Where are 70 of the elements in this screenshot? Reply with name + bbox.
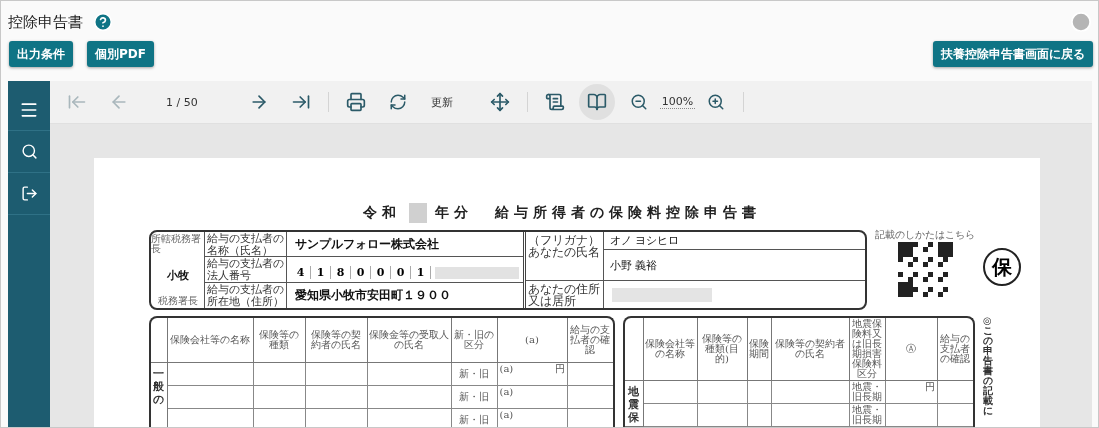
exit-icon bbox=[20, 185, 38, 202]
back-button[interactable]: 扶養控除申告書画面に戻る bbox=[933, 41, 1093, 67]
table-cell: 地震・旧長期 bbox=[849, 403, 885, 427]
column-header: 保険等の契約者の氏名 bbox=[771, 318, 849, 381]
arrow-to-line-icon bbox=[67, 92, 87, 112]
stamp-mark: 保 bbox=[983, 248, 1021, 286]
year-suffix: 年分 bbox=[435, 204, 473, 222]
column-header: 保険等の契約者の氏名 bbox=[305, 318, 367, 363]
table-cell: 新・旧 bbox=[451, 362, 497, 386]
printer-icon bbox=[345, 92, 366, 112]
table-cell: 地震・旧長期 bbox=[849, 380, 885, 404]
digit-cell: 1 bbox=[411, 265, 431, 279]
zoom-level[interactable]: 100% bbox=[659, 95, 696, 109]
column-header: 保険等の種類 bbox=[253, 318, 305, 363]
era-label: 令和 bbox=[363, 204, 401, 222]
unit-label: 円 bbox=[554, 364, 565, 374]
refresh-label[interactable]: 更新 bbox=[418, 94, 465, 110]
office-suffix: 税務署長 bbox=[157, 296, 198, 306]
digit-cell: 1 bbox=[311, 265, 331, 279]
page-indicator: 1 / 50 bbox=[165, 95, 199, 109]
digit-cell: 0 bbox=[391, 265, 411, 279]
field-value: 愛知県小牧市安田町１９００ bbox=[294, 286, 452, 304]
zoom-out-icon bbox=[629, 93, 648, 111]
qr-caption: 記載のしかたはこちら bbox=[875, 230, 975, 240]
section-label: 一般の bbox=[153, 367, 165, 407]
column-header: 保険会社等の名称 bbox=[643, 318, 697, 381]
digit-cell: 0 bbox=[371, 265, 391, 279]
tax-office: 小牧 bbox=[166, 267, 189, 283]
column-header: Ⓐ bbox=[885, 318, 937, 381]
field-value: サンプルフォロー株式会社 bbox=[287, 232, 523, 258]
field-label: 給与の支払者の所在地（住所） bbox=[205, 282, 287, 308]
office-label: 所轄税務署長 bbox=[151, 234, 202, 254]
column-header: 保険金等の受取人の氏名 bbox=[367, 318, 451, 363]
column-header: 保険会社等の名称 bbox=[167, 318, 253, 363]
field-label: 給与の支払者の名称（氏名） bbox=[205, 232, 287, 258]
digit-cell: 8 bbox=[331, 265, 351, 279]
page-title: 控除申告書 bbox=[8, 12, 83, 32]
scroll-icon bbox=[544, 92, 565, 112]
column-header: 地震保険料又は旧長期損害保険料区分 bbox=[849, 318, 885, 381]
qr-code-icon bbox=[897, 242, 953, 297]
help-icon[interactable] bbox=[93, 12, 113, 32]
year-blank bbox=[409, 203, 427, 223]
digit-cell: 0 bbox=[351, 265, 371, 279]
arrow-to-line-icon bbox=[290, 92, 311, 112]
side-note: ◎この申告書の記載に bbox=[983, 316, 993, 418]
table-cell: 新・旧 bbox=[451, 385, 497, 409]
column-header: 保険等の種類(目的) bbox=[697, 318, 747, 381]
column-header: (a) bbox=[497, 318, 567, 363]
field-label: 給与の支払者の法人番号 bbox=[205, 257, 287, 283]
search-icon bbox=[20, 143, 38, 160]
column-header: 新・旧の区分 bbox=[451, 318, 497, 363]
zoom-in-icon bbox=[707, 93, 726, 111]
table-cell: (a) bbox=[499, 387, 514, 397]
address-label: あなたの住所又は居所 bbox=[526, 281, 604, 308]
column-header: 保険期間 bbox=[747, 318, 771, 381]
name-label: （フリガナ）あなたの氏名 bbox=[526, 232, 604, 281]
book-view-button[interactable] bbox=[578, 84, 615, 120]
section-label: 地震保 bbox=[628, 385, 640, 425]
table-cell: (a) bbox=[499, 410, 514, 420]
book-icon bbox=[586, 92, 607, 112]
digit-cell: 4 bbox=[291, 265, 311, 279]
table-cell: (a) bbox=[499, 364, 514, 374]
refresh-icon bbox=[388, 93, 407, 111]
document-title: 給与所得者の保険料控除申告書 bbox=[495, 204, 761, 222]
action-button[interactable]: 出力条件 bbox=[9, 41, 73, 67]
name-value: 小野 義裕 bbox=[604, 250, 865, 281]
furigana-value: オノ ヨシヒロ bbox=[604, 232, 865, 250]
unit-label: 円 bbox=[924, 381, 935, 392]
move-icon bbox=[489, 92, 510, 112]
action-button[interactable]: 個別PDF bbox=[87, 41, 154, 67]
